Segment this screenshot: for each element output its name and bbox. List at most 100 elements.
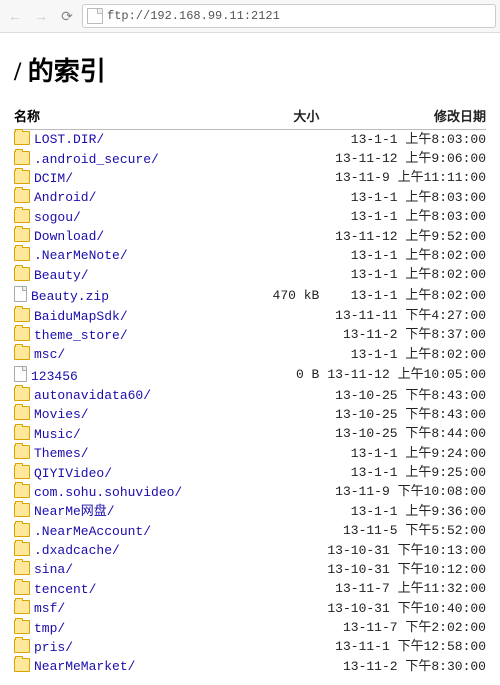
cell-name: QIYIVideo/	[14, 463, 252, 482]
entry-link[interactable]: sogou/	[34, 210, 81, 225]
entry-link[interactable]: theme_store/	[34, 328, 128, 343]
cell-date: 13-1-1 上午9:24:00	[327, 444, 486, 463]
entry-link[interactable]: .NearMeNote/	[34, 248, 128, 263]
folder-icon	[14, 247, 30, 261]
cell-name: .NearMeAccount/	[14, 522, 252, 541]
cell-name: com.sohu.sohuvideo/	[14, 483, 252, 502]
folder-icon	[14, 581, 30, 595]
table-row: Themes/13-1-1 上午9:24:00	[14, 444, 486, 463]
cell-date: 13-1-1 上午8:02:00	[327, 345, 486, 364]
forward-button[interactable]: →	[30, 5, 52, 27]
cell-name: NearMe网盘/	[14, 502, 252, 521]
cell-size	[252, 326, 327, 345]
entry-link[interactable]: LOST.DIR/	[34, 132, 104, 147]
entry-link[interactable]: tmp/	[34, 621, 65, 636]
header-size: 大小	[252, 104, 327, 130]
entry-link[interactable]: BaiduMapSdk/	[34, 309, 128, 324]
reload-button[interactable]: ⟳	[56, 5, 78, 27]
table-row: msc/13-1-1 上午8:02:00	[14, 345, 486, 364]
cell-size	[252, 188, 327, 207]
folder-icon	[14, 523, 30, 537]
folder-icon	[14, 426, 30, 440]
cell-name: Music/	[14, 425, 252, 444]
cell-date: 13-11-9 下午10:08:00	[327, 483, 486, 502]
cell-date: 13-1-1 上午8:02:00	[327, 246, 486, 265]
address-bar[interactable]: ftp://192.168.99.11:2121	[82, 4, 496, 28]
cell-name: tmp/	[14, 618, 252, 637]
cell-date: 13-10-25 下午8:44:00	[327, 425, 486, 444]
table-row: .dxadcache/13-10-31 下午10:13:00	[14, 541, 486, 560]
cell-size	[252, 444, 327, 463]
file-icon	[14, 366, 27, 382]
cell-date: 13-1-1 上午8:02:00	[327, 285, 486, 306]
cell-date: 13-10-25 下午8:43:00	[327, 405, 486, 424]
entry-link[interactable]: Download/	[34, 229, 104, 244]
entry-link[interactable]: com.sohu.sohuvideo/	[34, 485, 182, 500]
cell-size	[252, 169, 327, 188]
entry-link[interactable]: 123456	[31, 369, 78, 384]
entry-link[interactable]: pris/	[34, 640, 73, 655]
entry-link[interactable]: QIYIVideo/	[34, 466, 112, 481]
cell-name: .NearMeNote/	[14, 246, 252, 265]
table-row: 1234560 B13-11-12 上午10:05:00	[14, 365, 486, 386]
table-row: .NearMeNote/13-1-1 上午8:02:00	[14, 246, 486, 265]
cell-size: 470 kB	[252, 285, 327, 306]
entry-link[interactable]: NearMe网盘/	[34, 504, 115, 519]
folder-icon	[14, 267, 30, 281]
entry-link[interactable]: DCIM/	[34, 171, 73, 186]
cell-date: 13-11-12 上午9:52:00	[327, 227, 486, 246]
entry-link[interactable]: tencent/	[34, 582, 96, 597]
cell-size	[252, 541, 327, 560]
table-row: Music/13-10-25 下午8:44:00	[14, 425, 486, 444]
cell-name: BaiduMapSdk/	[14, 306, 252, 325]
entry-link[interactable]: Themes/	[34, 446, 89, 461]
cell-size	[252, 208, 327, 227]
table-row: msf/13-10-31 下午10:40:00	[14, 599, 486, 618]
cell-name: Download/	[14, 227, 252, 246]
cell-size	[252, 425, 327, 444]
file-icon	[14, 286, 27, 302]
entry-link[interactable]: msf/	[34, 601, 65, 616]
entry-link[interactable]: NearMeMarket/	[34, 659, 135, 674]
cell-date: 13-1-1 上午8:03:00	[327, 208, 486, 227]
entry-link[interactable]: Beauty.zip	[31, 289, 109, 304]
cell-name: autonavidata60/	[14, 386, 252, 405]
folder-icon	[14, 600, 30, 614]
entry-link[interactable]: Android/	[34, 190, 96, 205]
cell-name: 123456	[14, 365, 252, 386]
table-row: sina/13-10-31 下午10:12:00	[14, 560, 486, 579]
entry-link[interactable]: autonavidata60/	[34, 388, 151, 403]
table-row: tmp/13-11-7 下午2:02:00	[14, 618, 486, 637]
cell-date: 13-1-1 上午8:02:00	[327, 266, 486, 285]
table-row: NearMeMarket/13-11-2 下午8:30:00	[14, 657, 486, 676]
cell-size	[252, 618, 327, 637]
cell-date: 13-1-1 上午9:25:00	[327, 463, 486, 482]
entry-link[interactable]: Beauty/	[34, 268, 89, 283]
cell-date: 13-11-1 下午12:58:00	[327, 638, 486, 657]
cell-date: 13-11-7 上午11:32:00	[327, 580, 486, 599]
cell-date: 13-11-9 上午11:11:00	[327, 169, 486, 188]
cell-name: Android/	[14, 188, 252, 207]
cell-size	[252, 502, 327, 521]
reload-icon: ⟳	[61, 8, 73, 25]
entry-link[interactable]: Movies/	[34, 407, 89, 422]
back-button[interactable]: ←	[4, 5, 26, 27]
entry-link[interactable]: .android_secure/	[34, 152, 159, 167]
table-row: Beauty/13-1-1 上午8:02:00	[14, 266, 486, 285]
entry-link[interactable]: .dxadcache/	[34, 543, 120, 558]
table-row: BaiduMapSdk/13-11-11 下午4:27:00	[14, 306, 486, 325]
table-row: NearMe网盘/13-1-1 上午9:36:00	[14, 502, 486, 521]
file-listing-table: 名称 大小 修改日期 LOST.DIR/13-1-1 上午8:03:00.and…	[14, 104, 486, 677]
cell-size	[252, 560, 327, 579]
entry-link[interactable]: .NearMeAccount/	[34, 524, 151, 539]
entry-link[interactable]: sina/	[34, 562, 73, 577]
entry-link[interactable]: Music/	[34, 427, 81, 442]
cell-name: msf/	[14, 599, 252, 618]
cell-name: .android_secure/	[14, 149, 252, 168]
cell-size	[252, 306, 327, 325]
cell-name: sogou/	[14, 208, 252, 227]
cell-size	[252, 522, 327, 541]
entry-link[interactable]: msc/	[34, 347, 65, 362]
folder-icon	[14, 445, 30, 459]
table-row: Download/13-11-12 上午9:52:00	[14, 227, 486, 246]
